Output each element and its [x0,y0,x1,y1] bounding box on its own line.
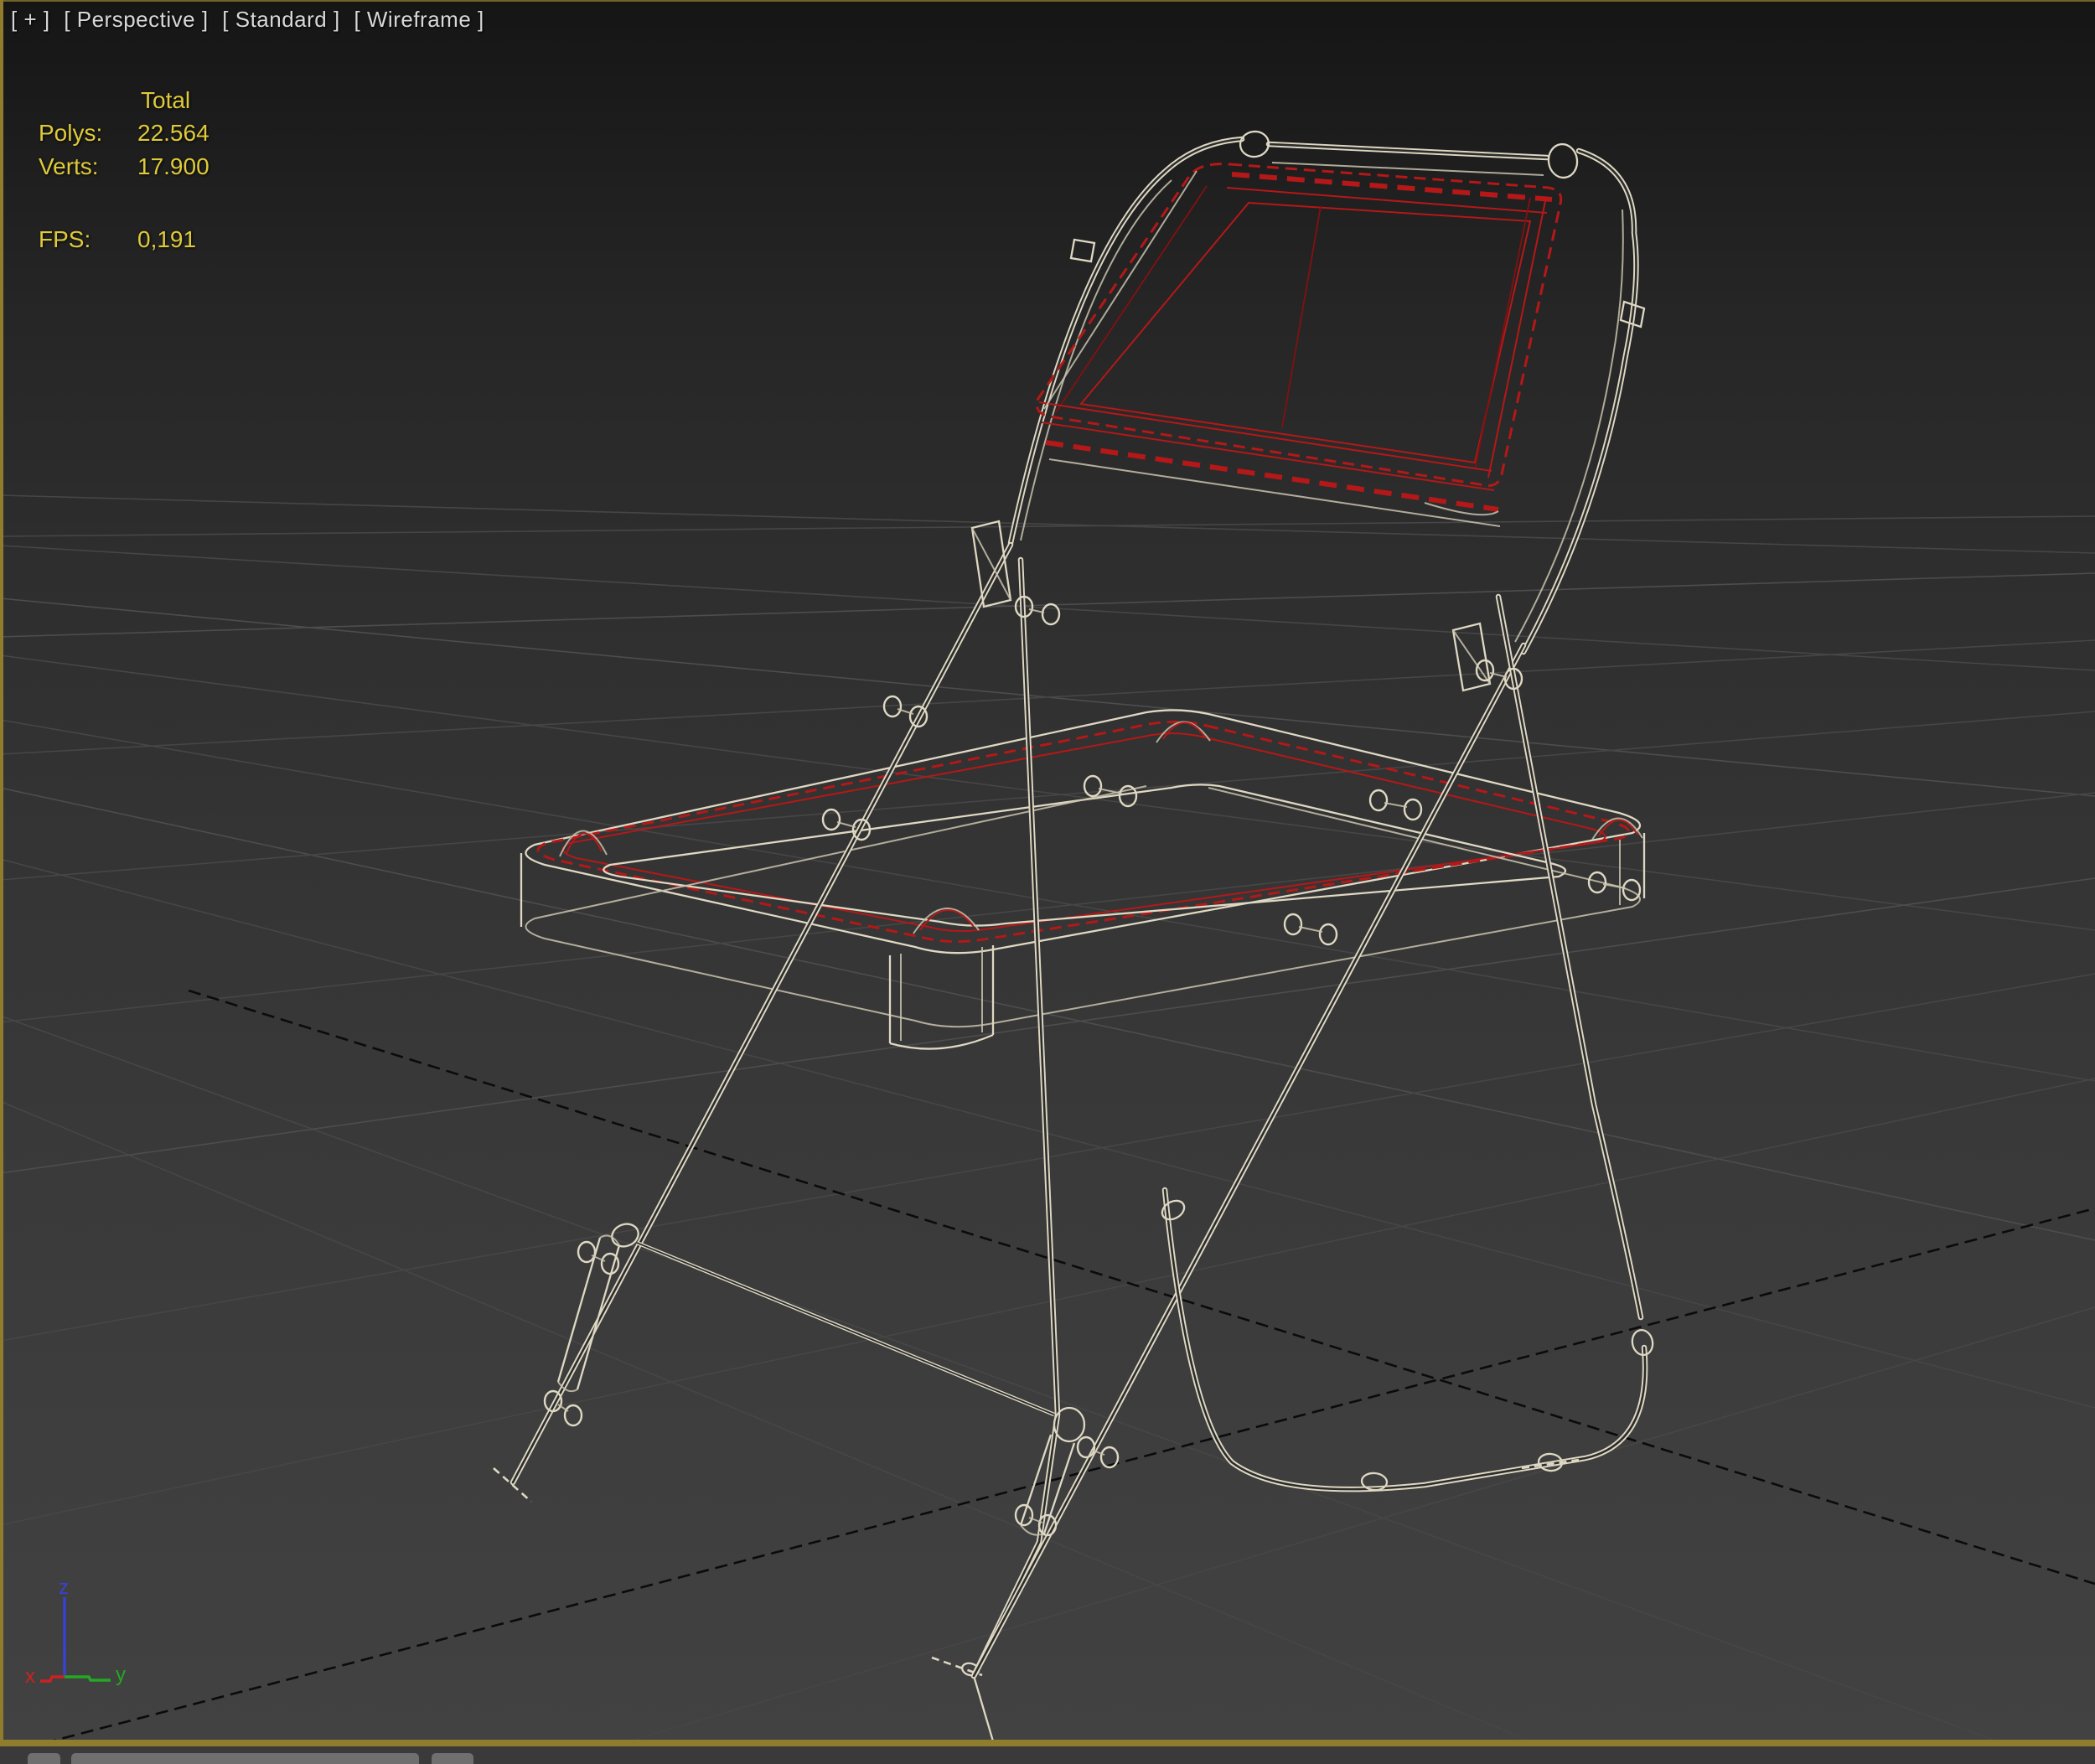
timeline-button-left[interactable] [28,1753,60,1764]
timeline-scrollbar[interactable] [71,1753,419,1764]
viewport-border-left [0,0,3,1746]
viewport-menu-renderer[interactable]: [ Standard ] [222,7,339,32]
viewport-3d[interactable]: x y z [ + ] [ Perspective ] [ Standard ]… [0,0,2095,1764]
stats-fps-label: FPS: [39,226,91,253]
axis-z-label: z [59,1576,69,1599]
viewport-menu-pov[interactable]: [ Perspective ] [64,7,208,32]
axis-tripod: x y z [25,1576,126,1688]
viewport-menu-shading[interactable]: [ Wireframe ] [354,7,484,32]
viewport-label: [ + ] [ Perspective ] [ Standard ] [ Wir… [11,7,492,33]
axis-y-label: y [116,1663,126,1686]
timeline-strip [0,1746,2095,1764]
stats-polys-value: 22.564 [137,120,210,147]
stats-header: Total [141,87,190,114]
backrest-tab-left [1071,240,1094,261]
stats-fps-value: 0,191 [137,226,196,253]
viewport-border-top [0,0,2095,2]
stats-verts-value: 17.900 [137,153,210,180]
backrest-hook-left [1239,130,1270,158]
viewport-canvas[interactable]: x y z [0,0,2095,1746]
stats-verts-label: Verts: [39,153,99,180]
chair-backrest-cushion [1037,164,1560,526]
world-axis-b [25,1208,2095,1746]
world-axis-a [189,991,2095,1584]
chair-legs [494,545,1655,1746]
viewport-border-bottom [0,1740,2095,1746]
backrest-hook-right [1546,142,1579,179]
chair-wireframe [494,130,1655,1746]
world-axes [25,991,2095,1746]
viewport-menu-general[interactable]: [ + ] [11,7,50,32]
stats-polys-label: Polys: [39,120,102,147]
axis-x-label: x [25,1665,35,1688]
timeline-button-right[interactable] [432,1753,473,1764]
